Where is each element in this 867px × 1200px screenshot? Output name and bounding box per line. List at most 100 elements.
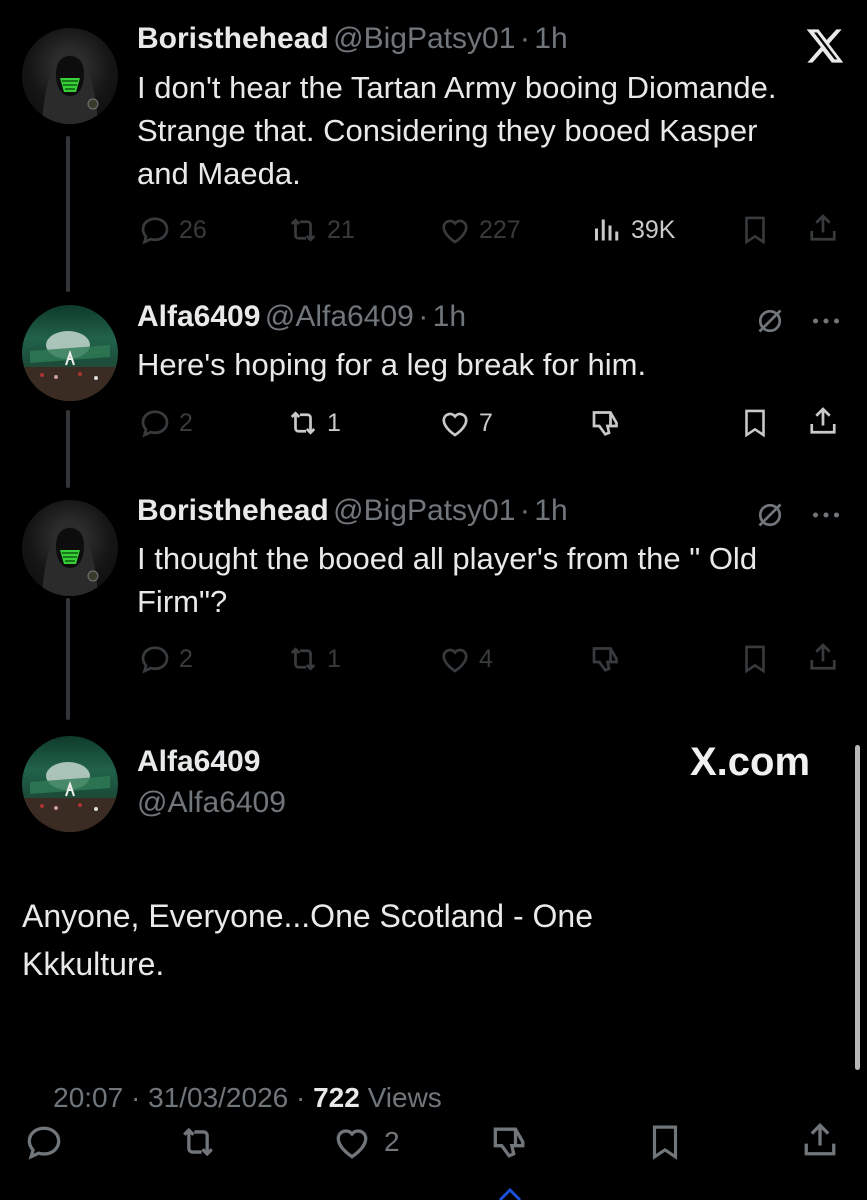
more-dots-icon[interactable] (808, 500, 844, 530)
timestamp[interactable]: 1h (534, 494, 567, 527)
scrollbar[interactable] (855, 745, 860, 1070)
tweet-text-line: Kkkulture. (22, 946, 165, 982)
repost-button[interactable]: 1 (285, 405, 341, 441)
like-button[interactable]: 2 (330, 1120, 400, 1164)
share-button[interactable] (805, 639, 841, 675)
author-name[interactable]: Alfa6409 (137, 300, 260, 333)
reply-button[interactable]: 2 (137, 405, 193, 441)
repost-icon (183, 1127, 213, 1157)
downvote-button[interactable] (488, 1120, 532, 1164)
like-count: 2 (384, 1126, 400, 1157)
author-handle[interactable]: @BigPatsy01 (333, 494, 515, 527)
repost-icon (290, 647, 316, 671)
repost-count: 1 (327, 644, 341, 673)
muted-circle-slash-icon (752, 497, 788, 533)
like-button[interactable]: 7 (437, 405, 493, 441)
share-button[interactable] (805, 403, 841, 439)
analytics-icon (595, 219, 619, 241)
downvote-button[interactable] (588, 405, 624, 441)
bookmark-icon (652, 1125, 678, 1160)
reply-count: 26 (179, 215, 207, 244)
author-handle[interactable]: @Alfa6409 (137, 786, 286, 820)
muted-circle-slash-icon (752, 303, 788, 339)
reply-icon (141, 410, 169, 438)
thread-line (66, 136, 70, 292)
tweet-text-line: Anyone, Everyone...One Scotland - One (22, 898, 593, 934)
bookmark-icon (745, 216, 765, 245)
reply-button[interactable]: 2 (137, 641, 193, 677)
xcom-watermark: X.com (690, 740, 811, 784)
tweet-text: I thought the booed all player's from th… (137, 537, 847, 623)
more-dots-icon[interactable] (808, 306, 844, 336)
reply-button[interactable]: 26 (137, 212, 207, 248)
share-button[interactable] (805, 210, 841, 246)
author-name[interactable]: Boristhehead (137, 494, 329, 527)
repost-count: 1 (327, 408, 341, 437)
heart-icon (336, 1129, 368, 1159)
tweet-text-line: Strange that. Considering they booed Kas… (137, 113, 758, 148)
share-icon (810, 214, 836, 241)
bookmark-button[interactable] (738, 212, 772, 248)
repost-icon (290, 218, 316, 242)
avatar[interactable] (22, 28, 118, 124)
reply-button[interactable] (22, 1120, 66, 1164)
author-handle[interactable]: @Alfa6409 (265, 300, 414, 333)
tweet-text: Here's hoping for a leg break for him. (137, 343, 847, 386)
repost-count: 21 (327, 215, 355, 244)
like-count: 7 (479, 408, 493, 437)
share-icon (804, 1122, 836, 1156)
reply-icon (27, 1126, 61, 1160)
reply-count: 2 (179, 644, 193, 673)
thumbs-down-icon (592, 411, 618, 436)
author-handle[interactable]: @BigPatsy01 (333, 22, 515, 55)
repost-button[interactable]: 21 (285, 212, 355, 248)
like-count: 227 (479, 215, 521, 244)
like-button[interactable]: 4 (437, 641, 493, 677)
share-button[interactable] (798, 1118, 842, 1162)
views-button[interactable]: 39K (589, 212, 675, 248)
like-button[interactable]: 227 (437, 212, 521, 248)
avatar[interactable] (22, 500, 118, 596)
views-count: 722 (313, 1082, 360, 1113)
tweet-text-line: I thought the booed all player's from th… (137, 541, 758, 576)
thread-line (66, 410, 70, 488)
views-count: 39K (631, 215, 676, 244)
repost-icon (290, 411, 316, 435)
thumbs-down-icon (493, 1127, 525, 1158)
timestamp[interactable]: 1h (433, 300, 466, 333)
bookmark-button[interactable] (738, 405, 772, 441)
tweet-text-line: Here's hoping for a leg break for him. (137, 347, 647, 382)
bookmark-icon (745, 409, 765, 438)
tweet-text: I don't hear the Tartan Army booing Diom… (137, 66, 847, 195)
reply-icon (141, 646, 169, 674)
repost-button[interactable]: 1 (285, 641, 341, 677)
bookmark-button[interactable] (644, 1120, 686, 1164)
separator: · (418, 300, 429, 333)
separator: · (519, 494, 530, 527)
reply-icon (141, 217, 169, 245)
thumbs-down-icon (592, 647, 618, 672)
heart-icon (442, 648, 468, 673)
bookmark-icon (745, 645, 765, 674)
post-timestamp[interactable]: 20:07 · 31/03/2026 · (53, 1082, 313, 1113)
tweet-text-line: I don't hear the Tartan Army booing Diom… (137, 70, 777, 105)
repost-button[interactable] (176, 1120, 220, 1164)
timestamp[interactable]: 1h (534, 22, 567, 55)
share-icon (810, 643, 836, 670)
x-logo-icon[interactable] (805, 26, 845, 66)
thread-line (66, 598, 70, 720)
tweet-text-line: Firm"? (137, 584, 228, 619)
share-icon (810, 407, 836, 434)
author-name[interactable]: Boristhehead (137, 22, 329, 55)
separator: · (519, 22, 530, 55)
author-name[interactable]: Alfa6409 (137, 745, 260, 779)
main-tweet-text: Anyone, Everyone...One Scotland - One Kk… (22, 892, 842, 988)
bottom-indicator (498, 1186, 522, 1200)
heart-icon (442, 219, 468, 244)
tweet-text-line: and Maeda. (137, 156, 301, 191)
avatar[interactable] (22, 736, 118, 832)
views-label: Views (359, 1082, 442, 1113)
bookmark-button[interactable] (738, 641, 772, 677)
avatar[interactable] (22, 305, 118, 401)
downvote-button[interactable] (588, 641, 624, 677)
